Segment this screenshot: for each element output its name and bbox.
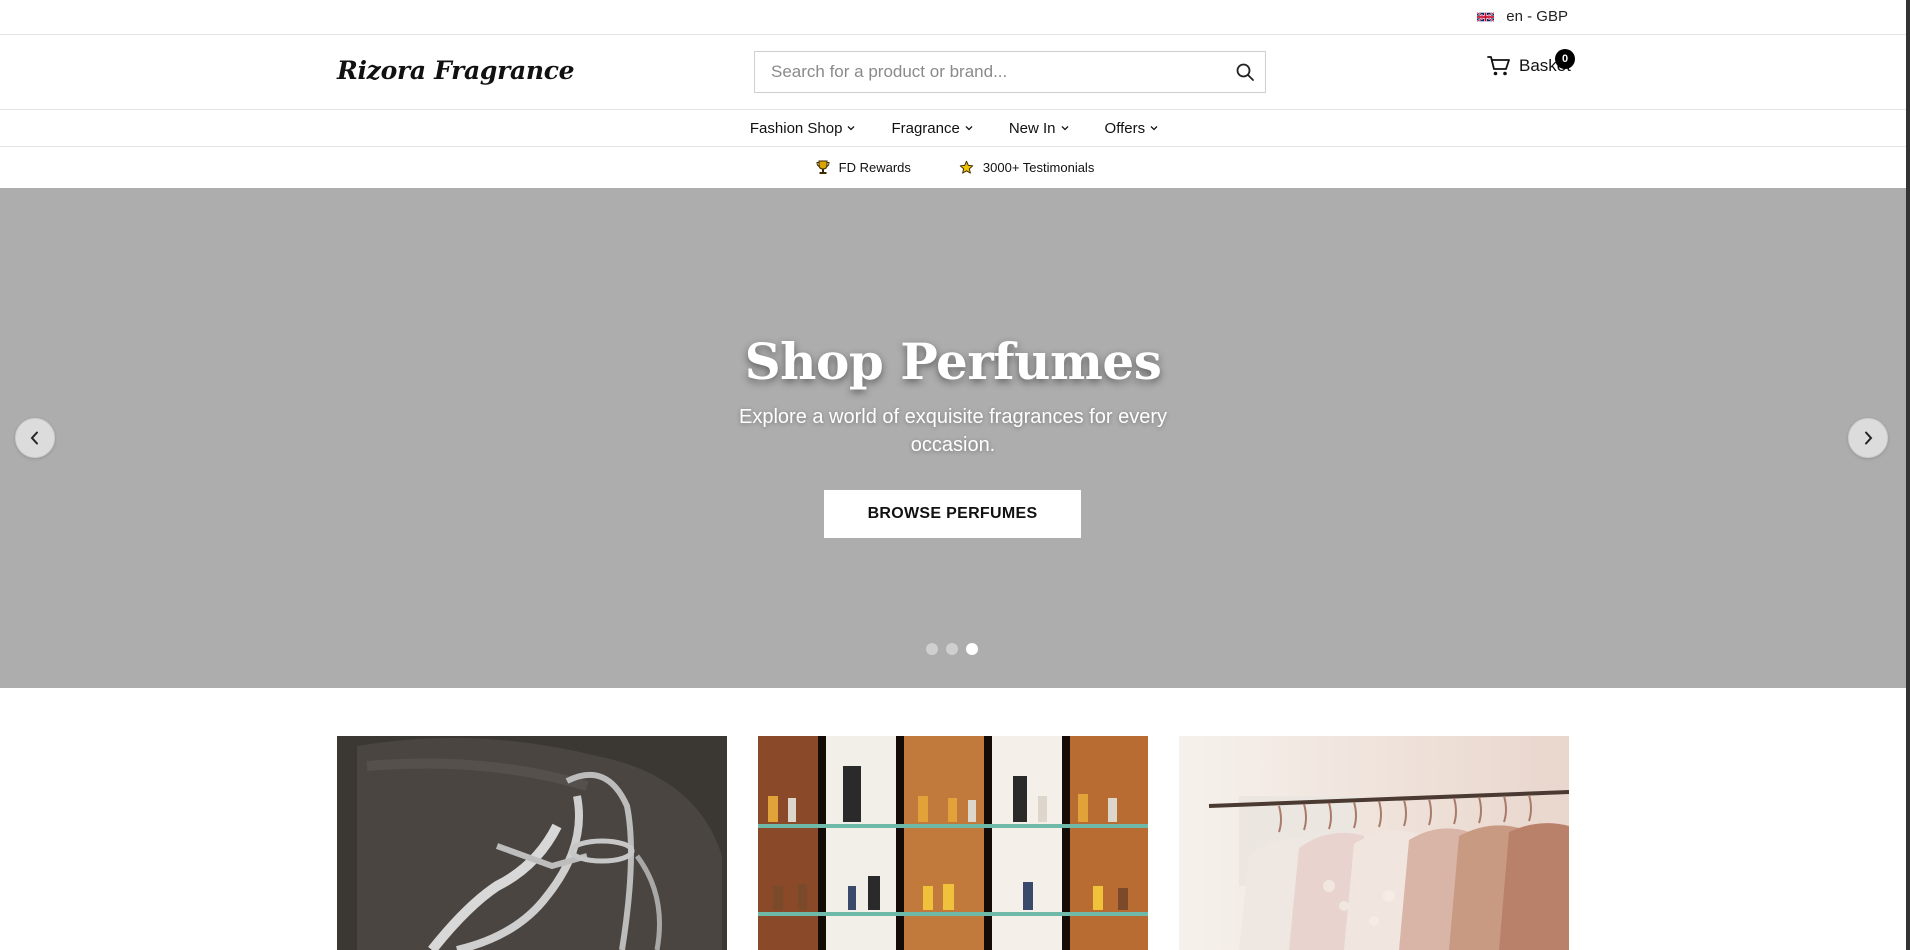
chevron-down-icon (965, 126, 973, 131)
chevron-right-icon (1865, 431, 1873, 445)
clothing-rack-image (1179, 736, 1569, 950)
search-box (754, 51, 1266, 93)
nav-item-label: New In (1008, 119, 1056, 137)
carousel-next-button[interactable] (1848, 418, 1888, 458)
promo-item-label: 3000+ Testimonials (982, 160, 1095, 175)
promo-bar: FD Rewards 3000+ Testimonials (0, 147, 1906, 188)
page-scrollbar[interactable] (1906, 0, 1910, 950)
nav-item-label: Offers (1104, 119, 1146, 137)
carousel-dot[interactable] (946, 643, 958, 655)
hero-title: Shop Perfumes (744, 332, 1162, 391)
chevron-left-icon (30, 431, 38, 445)
site-logo[interactable]: Rizora Fragrance (337, 56, 575, 85)
promo-item-testimonials[interactable]: 3000+ Testimonials (959, 160, 1094, 175)
chevron-down-icon (1150, 126, 1158, 131)
search-input[interactable] (755, 52, 1215, 92)
nav-item-fashion-shop[interactable]: Fashion Shop (750, 120, 856, 137)
basket-count-badge: 0 (1555, 49, 1575, 69)
carousel-dot[interactable] (926, 643, 938, 655)
site-header: Rizora Fragrance Basket 0 (0, 35, 1906, 110)
locale-selector[interactable]: en - GBP (1477, 8, 1568, 25)
main-navigation: Fashion Shop Fragrance New In Offers (0, 110, 1906, 147)
chevron-down-icon (1061, 126, 1068, 131)
carousel-prev-button[interactable] (15, 418, 55, 458)
top-utility-bar: en - GBP (0, 0, 1906, 35)
basket-button[interactable]: Basket 0 (1487, 49, 1575, 77)
uk-flag-icon (1477, 11, 1495, 22)
star-icon (959, 160, 974, 174)
cart-icon (1487, 56, 1510, 76)
trophy-icon (816, 160, 830, 174)
chevron-down-icon (848, 126, 855, 131)
hero-subtitle: Explore a world of exquisite fragrances … (739, 406, 1167, 456)
nav-item-new-in[interactable]: New In (1009, 120, 1069, 137)
locale-label: en - GBP (1506, 8, 1568, 25)
category-card-fashion[interactable] (1179, 736, 1569, 950)
nav-item-offers[interactable]: Offers (1105, 120, 1159, 137)
carousel-indicators (926, 643, 978, 655)
hero-carousel: Shop Perfumes Explore a world of exquisi… (0, 188, 1906, 688)
category-card-perfume[interactable] (758, 736, 1148, 950)
silver-heeled-sandal-image (337, 736, 727, 950)
promo-item-rewards[interactable]: FD Rewards (816, 160, 911, 175)
nav-item-fragrance[interactable]: Fragrance (891, 119, 973, 137)
carousel-dot-active[interactable] (966, 643, 978, 655)
category-card-shoes[interactable] (337, 736, 727, 950)
nav-item-label: Fragrance (891, 119, 960, 137)
promo-item-label: FD Rewards (838, 160, 911, 175)
perfume-shelves-image (758, 736, 1148, 950)
browse-perfumes-button[interactable]: BROWSE PERFUMES (824, 490, 1081, 538)
search-icon[interactable] (1235, 62, 1255, 82)
nav-item-label: Fashion Shop (749, 119, 843, 137)
